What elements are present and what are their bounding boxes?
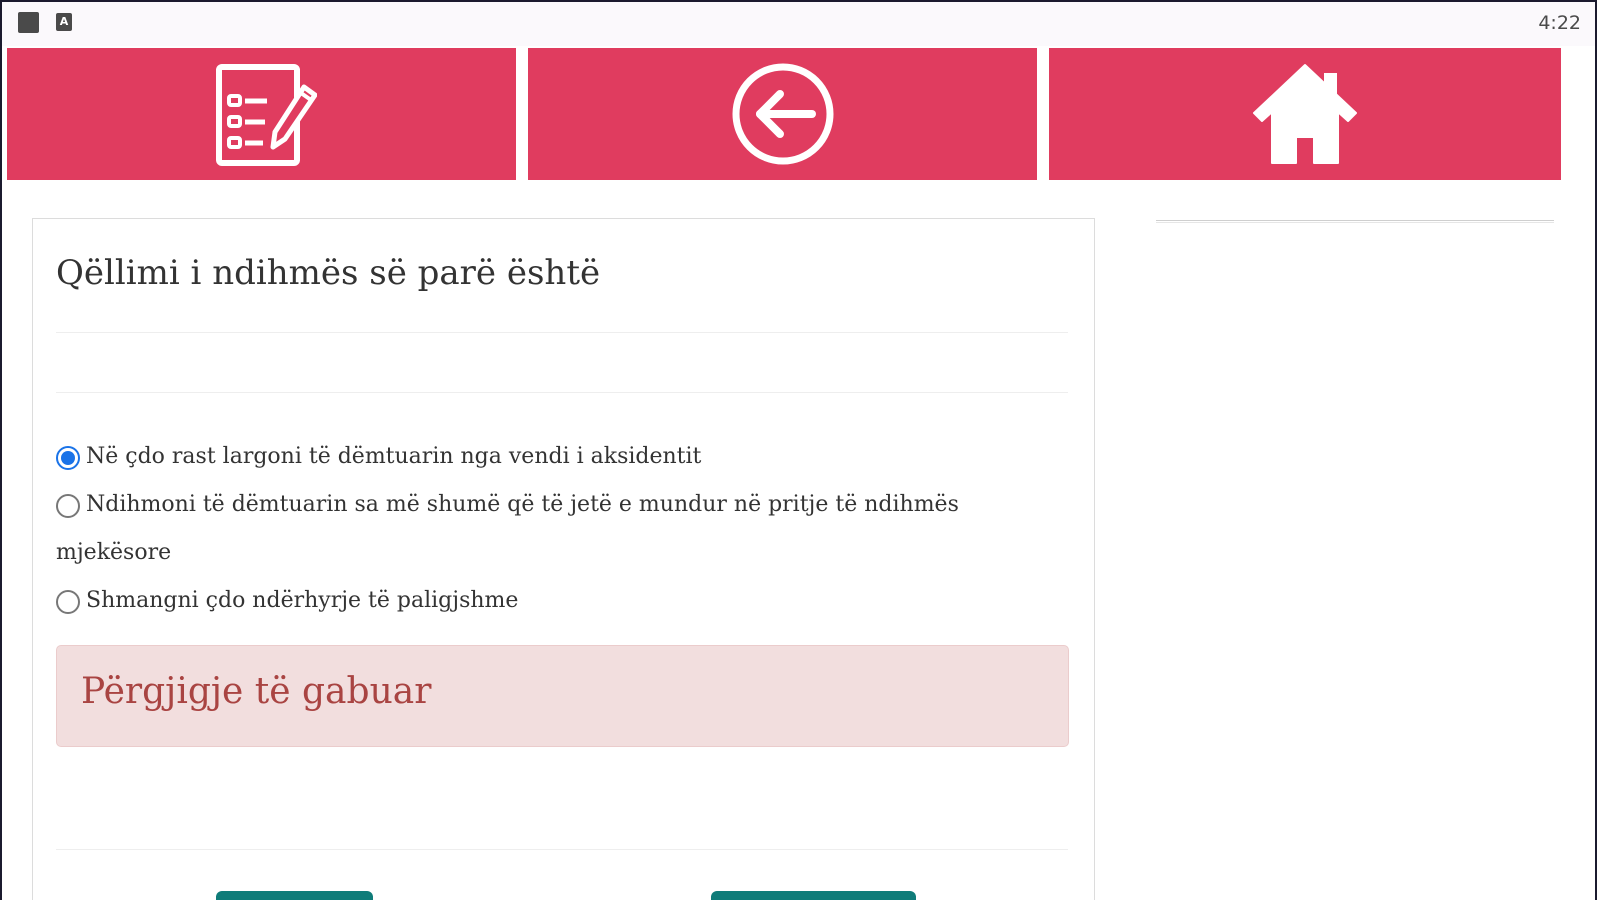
arrow-left-circle-icon [732, 63, 833, 165]
square-icon [18, 12, 39, 33]
previous-button[interactable] [216, 891, 373, 900]
answer-label: Shmangni çdo ndërhyrje të paligjshme [86, 588, 519, 613]
radio-button[interactable] [56, 494, 80, 518]
home-icon [1253, 64, 1357, 164]
sidebar-divider [1156, 220, 1554, 223]
back-button[interactable] [528, 48, 1037, 180]
answer-option-3[interactable]: Shmangni çdo ndërhyrje të paligjshme [56, 577, 1056, 625]
answer-option-2[interactable]: Ndihmoni të dëmtuarin sa më shumë që të … [56, 481, 1056, 577]
answer-label: Ndihmoni të dëmtuarin sa më shumë që të … [86, 492, 959, 517]
radio-button[interactable] [56, 590, 80, 614]
status-time: 4:22 [1538, 12, 1581, 34]
quiz-list-button[interactable] [7, 48, 516, 180]
checklist-pencil-icon [215, 64, 317, 166]
status-bar: A 4:22 [2, 2, 1595, 46]
next-button[interactable] [711, 891, 916, 900]
answer-label: Në çdo rast largoni të dëmtuarin nga ven… [86, 444, 702, 469]
feedback-text: Përgjigje të gabuar [81, 671, 432, 712]
radio-button-selected[interactable] [56, 446, 80, 470]
feedback-alert: Përgjigje të gabuar [56, 645, 1069, 747]
app-screen: A 4:22 Qëllimi i ndihmës së parë është N… [2, 2, 1595, 900]
divider [56, 849, 1068, 850]
answer-label-continued: mjekësore [56, 540, 172, 565]
question-card: Qëllimi i ndihmës së parë është Në çdo r… [32, 218, 1095, 900]
answers-list: Në çdo rast largoni të dëmtuarin nga ven… [56, 433, 1056, 625]
answer-option-1[interactable]: Në çdo rast largoni të dëmtuarin nga ven… [56, 433, 1056, 481]
divider [56, 332, 1068, 333]
home-button[interactable] [1049, 48, 1561, 180]
a-letter-icon: A [56, 13, 72, 31]
question-title: Qëllimi i ndihmës së parë është [56, 253, 601, 293]
divider [56, 392, 1068, 393]
